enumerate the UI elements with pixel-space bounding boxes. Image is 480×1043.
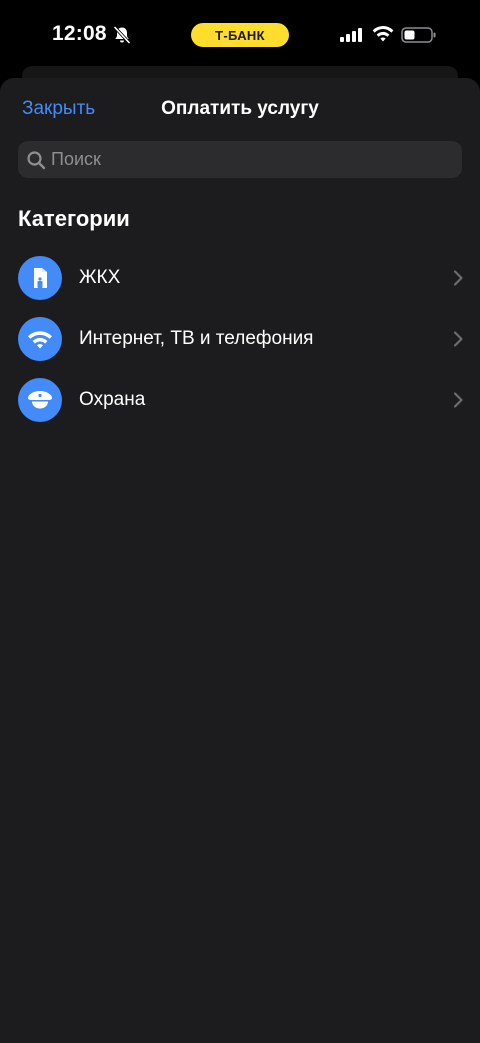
close-button[interactable]: Закрыть xyxy=(22,98,95,120)
chevron-right-icon xyxy=(453,270,463,286)
bell-muted-icon xyxy=(113,26,131,44)
category-item-security[interactable]: Охрана xyxy=(0,369,480,430)
category-label: Интернет, ТВ и телефония xyxy=(79,328,314,349)
guard-cap-icon xyxy=(28,391,52,409)
category-icon-circle xyxy=(18,256,62,300)
building-icon xyxy=(34,268,47,288)
chevron-right-icon xyxy=(453,392,463,408)
search-box[interactable] xyxy=(18,141,462,178)
category-icon-circle xyxy=(18,378,62,422)
chevron-right-icon xyxy=(453,331,463,347)
category-label: ЖКХ xyxy=(79,267,121,288)
payment-sheet: Закрыть Оплатить услугу Категории ЖКХ xyxy=(0,78,480,1043)
wifi-status-icon xyxy=(372,26,394,42)
wifi-icon xyxy=(28,331,52,349)
category-item-internet[interactable]: Интернет, ТВ и телефония xyxy=(0,308,480,369)
carrier-pill: Т-БАНК xyxy=(191,23,289,47)
category-icon-circle xyxy=(18,317,62,361)
status-bar: 12:08 Т-БАНК xyxy=(0,0,480,70)
categories-heading: Категории xyxy=(18,206,130,231)
search-input[interactable] xyxy=(51,144,452,175)
battery-icon xyxy=(401,27,436,43)
cellular-signal-icon xyxy=(340,28,362,42)
status-time: 12:08 xyxy=(52,22,107,45)
category-list: ЖКХ Интернет, ТВ и телефония Охрана xyxy=(0,247,480,430)
category-item-housing[interactable]: ЖКХ xyxy=(0,247,480,308)
category-label: Охрана xyxy=(79,389,146,410)
search-icon xyxy=(27,150,46,169)
sheet-header: Закрыть Оплатить услугу xyxy=(0,78,480,140)
